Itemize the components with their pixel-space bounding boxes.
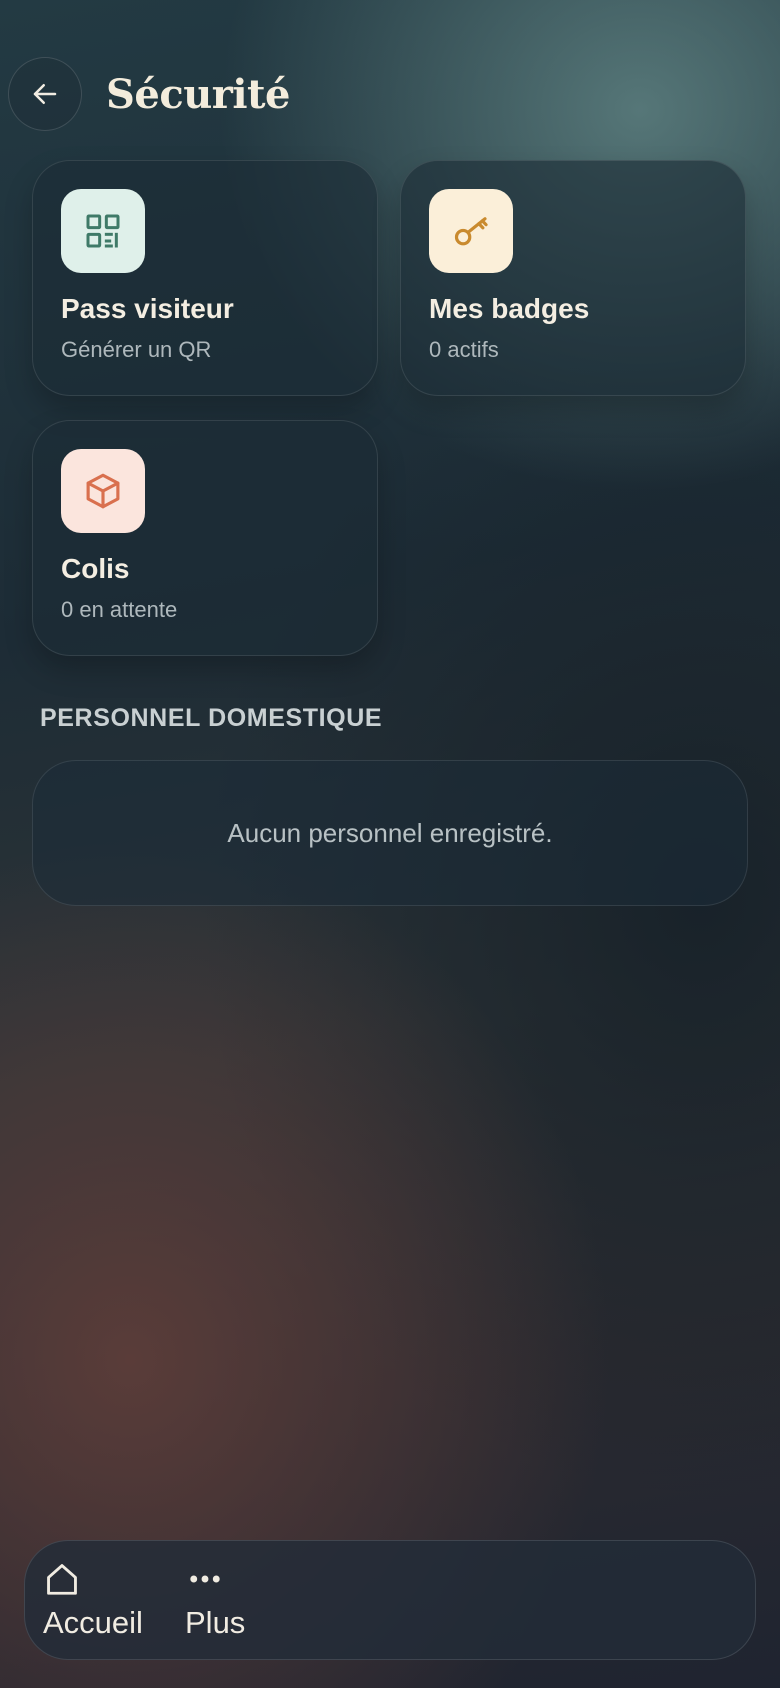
parcels-card[interactable]: Colis 0 en attente xyxy=(32,420,378,656)
qr-code-icon xyxy=(86,214,120,248)
tile-title: Mes badges xyxy=(429,293,590,324)
badges-icon-badge xyxy=(429,189,513,273)
tile-title: Pass visiteur xyxy=(61,293,234,324)
nav-label: Plus xyxy=(185,1605,246,1640)
back-button[interactable] xyxy=(8,57,82,131)
visitor-pass-card[interactable]: Pass visiteur Générer un QR xyxy=(32,160,378,396)
parcels-icon-badge xyxy=(61,449,145,533)
key-icon xyxy=(454,217,488,246)
more-dots-icon xyxy=(190,1575,220,1583)
visitor-pass-icon-badge xyxy=(61,189,145,273)
nav-icon-wrap xyxy=(43,1559,81,1599)
page-title: Sécurité xyxy=(106,70,290,118)
section-title-domestic-staff: PERSONNEL DOMESTIQUE xyxy=(40,704,383,732)
tile-subtitle: 0 en attente xyxy=(61,597,178,622)
nav-label: Accueil xyxy=(43,1605,143,1640)
nav-icon-wrap xyxy=(185,1559,223,1599)
home-icon xyxy=(47,1564,77,1595)
my-badges-card[interactable]: Mes badges 0 actifs xyxy=(400,160,746,396)
tile-subtitle: Générer un QR xyxy=(61,337,212,362)
package-icon xyxy=(86,473,120,509)
domestic-staff-empty-card: Aucun personnel enregistré. xyxy=(32,760,748,906)
tile-subtitle: 0 actifs xyxy=(429,337,499,362)
bottom-nav: Accueil Plus xyxy=(24,1540,756,1660)
tile-title: Colis xyxy=(61,553,130,584)
nav-item-home[interactable]: Accueil xyxy=(43,1559,143,1641)
header: Sécurité xyxy=(8,56,290,132)
arrow-left-icon xyxy=(33,84,57,104)
nav-item-more[interactable]: Plus xyxy=(185,1559,245,1641)
empty-state-message: Aucun personnel enregistré. xyxy=(227,817,553,848)
